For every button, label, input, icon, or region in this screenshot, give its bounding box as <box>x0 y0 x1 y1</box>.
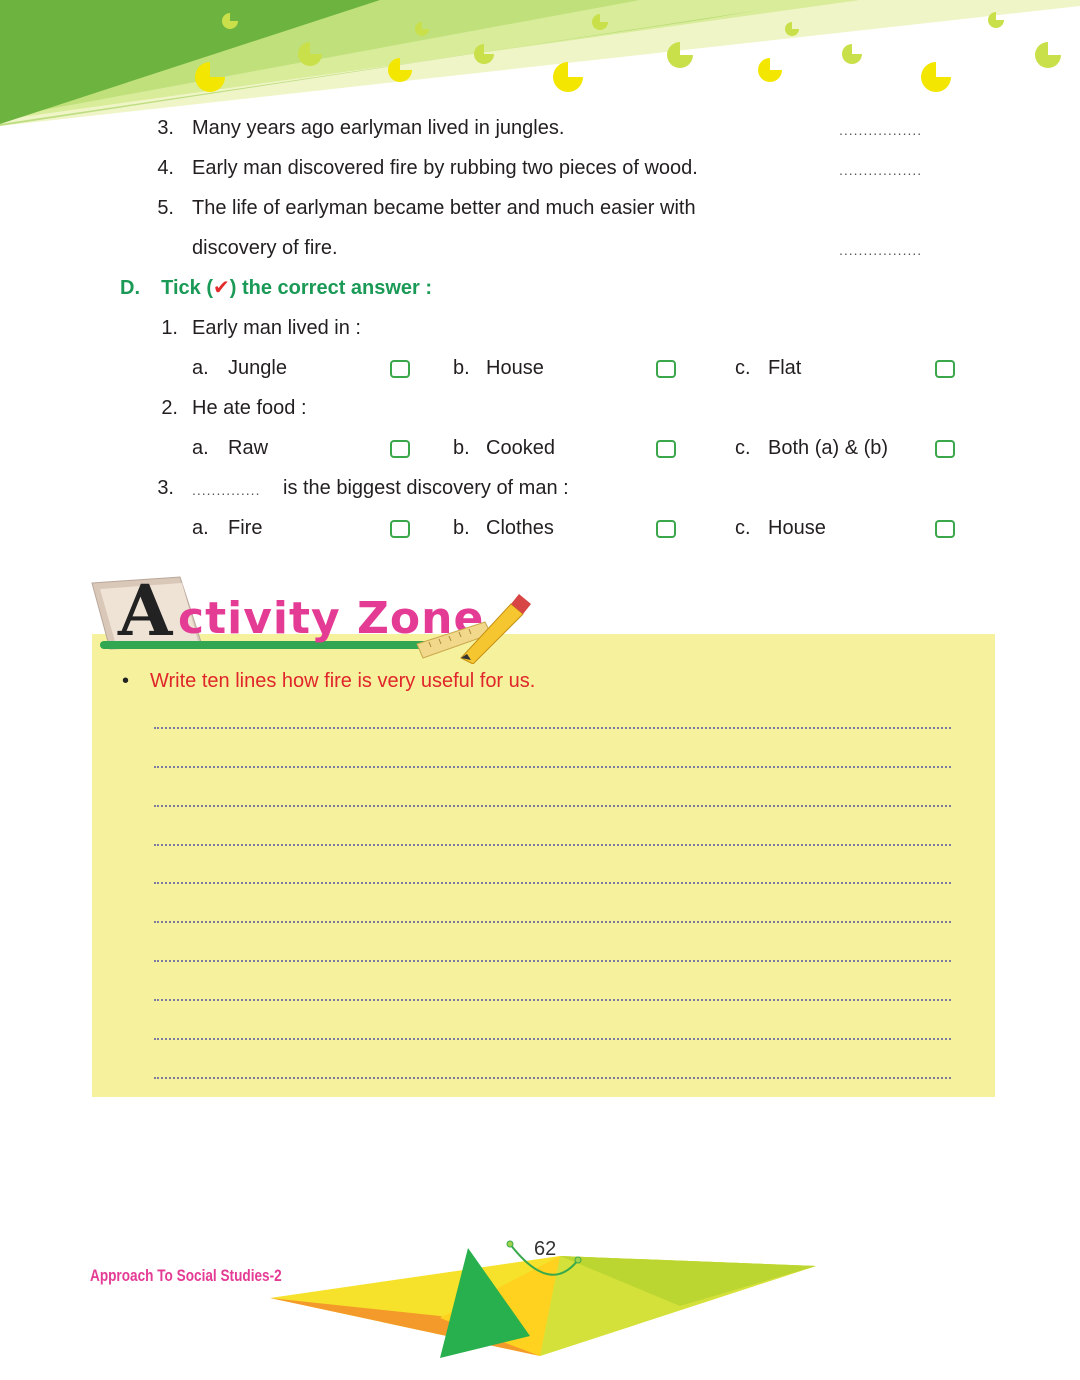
writing-line[interactable] <box>154 727 951 729</box>
option-label: Fire <box>228 517 263 539</box>
writing-line[interactable] <box>154 921 951 923</box>
item-number: 5. <box>157 197 174 219</box>
option-label: Raw <box>228 437 269 459</box>
writing-line[interactable] <box>154 766 951 768</box>
footer-book-title: Approach To Social Studies-2 <box>90 1266 282 1285</box>
writing-line[interactable] <box>154 1038 951 1040</box>
option-letter: a. <box>192 357 209 379</box>
option-label: House <box>486 357 544 379</box>
tick-icon: ✔ <box>213 277 230 299</box>
option-label: Jungle <box>228 357 287 379</box>
writing-line[interactable] <box>154 999 951 1001</box>
option-checkbox[interactable] <box>390 520 410 538</box>
option-checkbox[interactable] <box>390 440 410 458</box>
option-checkbox[interactable] <box>935 360 955 378</box>
question-number: 1. <box>161 317 178 339</box>
answer-blank[interactable]: ................. <box>839 122 922 138</box>
statement-text: Early man discovered fire by rubbing two… <box>192 157 698 179</box>
page-number: 62 <box>534 1238 557 1260</box>
writing-line[interactable] <box>154 844 951 846</box>
option-letter: a. <box>192 517 209 539</box>
statement-text: The life of earlyman became better and m… <box>192 197 696 219</box>
option-letter: a. <box>192 437 209 459</box>
question-number: 2. <box>161 397 178 419</box>
writing-line[interactable] <box>154 960 951 962</box>
statement-text: Many years ago earlyman lived in jungles… <box>192 117 565 139</box>
option-checkbox[interactable] <box>656 440 676 458</box>
option-checkbox[interactable] <box>935 520 955 538</box>
option-label: Flat <box>768 357 802 379</box>
writing-line[interactable] <box>154 805 951 807</box>
question-text: Early man lived in : <box>192 317 361 339</box>
option-label: Cooked <box>486 437 555 459</box>
option-label: Both (a) & (b) <box>768 437 889 459</box>
question-text: He ate food : <box>192 397 307 419</box>
heading-post: ) the correct answer : <box>229 277 433 299</box>
option-label: Clothes <box>486 517 554 539</box>
heading-pre: Tick ( <box>161 277 213 299</box>
writing-line[interactable] <box>154 1077 951 1079</box>
option-checkbox[interactable] <box>656 520 676 538</box>
item-number: 3. <box>157 117 174 139</box>
option-checkbox[interactable] <box>390 360 410 378</box>
activity-prompt: Write ten lines how fire is very useful … <box>150 670 536 692</box>
option-letter: c. <box>735 357 751 379</box>
activity-zone-box <box>92 634 995 1097</box>
section-d-heading: D. Tick (✔) the correct answer : <box>120 276 432 300</box>
question-number: 3. <box>157 477 174 499</box>
option-letter: c. <box>735 517 751 539</box>
bullet-icon: • <box>122 670 130 692</box>
option-label: House <box>768 517 826 539</box>
option-letter: b. <box>453 517 470 539</box>
question-text: is the biggest discovery of man : <box>283 477 569 499</box>
header-decoration <box>0 0 1080 126</box>
activity-zone-initial: A <box>118 569 173 652</box>
option-letter: c. <box>735 437 751 459</box>
section-letter: D. <box>120 277 140 299</box>
option-checkbox[interactable] <box>656 360 676 378</box>
option-letter: b. <box>453 357 470 379</box>
item-number: 4. <box>157 157 174 179</box>
writing-line[interactable] <box>154 882 951 884</box>
answer-blank[interactable]: ................. <box>839 162 922 178</box>
fill-blank[interactable]: .............. <box>192 482 260 498</box>
option-letter: b. <box>453 437 470 459</box>
answer-blank[interactable]: ................. <box>839 242 922 258</box>
pencil-ruler-icon <box>416 594 531 664</box>
statement-text-continued: discovery of fire. <box>192 237 338 259</box>
option-checkbox[interactable] <box>935 440 955 458</box>
